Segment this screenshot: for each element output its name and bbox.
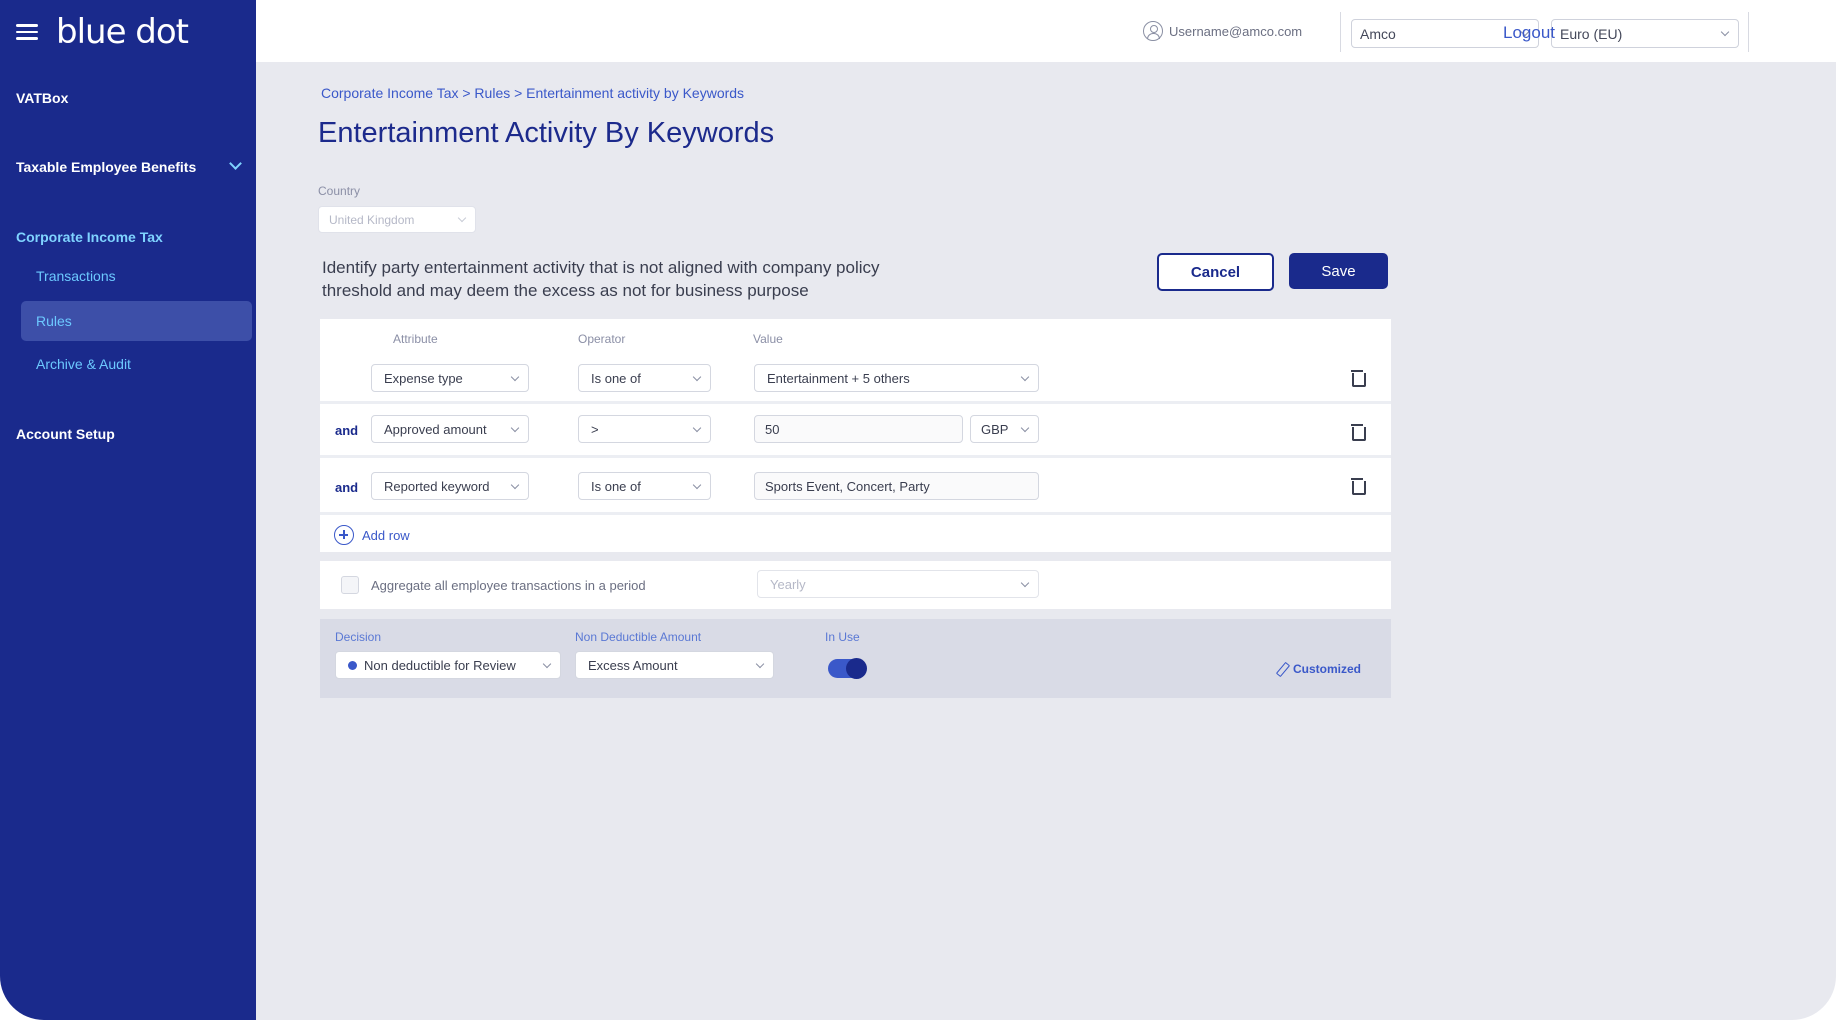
top-bar: Username@amco.com Amco Euro (EU) Logout	[256, 0, 1836, 62]
column-header-value: Value	[753, 332, 783, 346]
chevron-down-icon	[692, 480, 702, 490]
sidebar-item-corporate-income-tax[interactable]: Corporate Income Tax	[16, 229, 163, 245]
chevron-down-icon[interactable]	[229, 157, 242, 170]
operator-value: Is one of	[591, 371, 641, 386]
attribute-value: Reported keyword	[384, 479, 490, 494]
and-label: and	[335, 423, 359, 438]
rule-description: Identify party entertainment activity th…	[322, 258, 880, 300]
non-deductible-amount-value: Excess Amount	[588, 658, 678, 673]
period-value: Yearly	[770, 577, 806, 592]
column-header-attribute: Attribute	[393, 332, 438, 346]
sidebar: blue dot VATBox Taxable Employee Benefit…	[0, 0, 256, 1020]
attribute-select[interactable]: Reported keyword	[371, 472, 529, 500]
operator-select[interactable]: Is one of	[578, 472, 711, 500]
trash-icon[interactable]	[1351, 478, 1366, 495]
keywords-input[interactable]: Sports Event, Concert, Party	[754, 472, 1039, 500]
chevron-down-icon	[457, 213, 467, 223]
breadcrumb[interactable]: Corporate Income Tax > Rules > Entertain…	[321, 85, 744, 101]
country-value: United Kingdom	[329, 213, 415, 227]
save-button[interactable]: Save	[1289, 253, 1388, 289]
in-use-toggle[interactable]	[828, 658, 867, 679]
and-label: and	[335, 480, 359, 495]
aggregate-label: Aggregate all employee transactions in a…	[371, 578, 646, 593]
divider	[1748, 12, 1749, 52]
period-select[interactable]: Yearly	[757, 570, 1039, 598]
trash-icon[interactable]	[1351, 424, 1366, 441]
row-divider	[320, 455, 1391, 458]
value-select[interactable]: Entertainment + 5 others	[754, 364, 1039, 392]
cancel-button[interactable]: Cancel	[1157, 253, 1274, 291]
country-select[interactable]: United Kingdom	[318, 206, 476, 233]
add-row-label: Add row	[362, 527, 410, 543]
logout-link[interactable]: Logout	[1503, 23, 1555, 43]
attribute-value: Approved amount	[384, 422, 487, 437]
chevron-down-icon	[692, 372, 702, 382]
pencil-icon	[1276, 662, 1288, 676]
user-icon	[1143, 21, 1163, 41]
user-email: Username@amco.com	[1169, 23, 1303, 39]
column-header-operator: Operator	[578, 332, 626, 346]
operator-value: >	[591, 422, 599, 437]
plus-circle-icon	[334, 525, 354, 545]
chevron-down-icon	[510, 480, 520, 490]
currency-select[interactable]: GBP	[970, 415, 1039, 443]
chevron-down-icon	[1020, 372, 1030, 382]
logo-row: blue dot	[16, 10, 189, 54]
row-divider	[320, 401, 1391, 404]
sidebar-subitem-archive-audit[interactable]: Archive & Audit	[36, 356, 131, 372]
currency-value: GBP	[981, 422, 1009, 437]
divider	[1340, 12, 1341, 52]
non-deductible-amount-select[interactable]: Excess Amount	[575, 651, 774, 679]
attribute-select[interactable]: Approved amount	[371, 415, 529, 443]
amount-input[interactable]: 50	[754, 415, 963, 443]
chevron-down-icon	[692, 423, 702, 433]
app-frame: blue dot VATBox Taxable Employee Benefit…	[0, 0, 1836, 1020]
logo: blue dot	[56, 12, 189, 52]
operator-select[interactable]: Is one of	[578, 364, 711, 392]
operator-select[interactable]: >	[578, 415, 711, 443]
chevron-down-icon	[542, 659, 552, 669]
aggregate-checkbox[interactable]	[341, 576, 359, 594]
currency-select[interactable]: Euro (EU)	[1551, 19, 1739, 48]
operator-value: Is one of	[591, 479, 641, 494]
chevron-down-icon	[510, 423, 520, 433]
decision-select[interactable]: Non deductible for Review	[335, 651, 561, 679]
in-use-label: In Use	[825, 630, 860, 644]
page-title: Entertainment Activity By Keywords	[318, 117, 775, 149]
sidebar-item-taxable-employee-benefits[interactable]: Taxable Employee Benefits	[16, 159, 196, 175]
sidebar-subitem-rules[interactable]: Rules	[21, 301, 252, 341]
country-label: Country	[318, 184, 361, 198]
customized-link[interactable]: Customized	[1276, 662, 1361, 676]
chevron-down-icon	[1720, 27, 1730, 37]
decision-label: Decision	[335, 630, 382, 644]
attribute-value: Expense type	[384, 371, 463, 386]
attribute-select[interactable]: Expense type	[371, 364, 529, 392]
sidebar-subitem-rules-label: Rules	[36, 313, 72, 329]
add-row-button[interactable]: Add row	[334, 525, 410, 545]
sidebar-item-vatbox[interactable]: VATBox	[16, 90, 68, 106]
hamburger-menu-icon[interactable]	[16, 24, 38, 40]
user-account[interactable]: Username@amco.com	[1143, 21, 1302, 41]
chevron-down-icon	[510, 372, 520, 382]
sidebar-item-account-setup[interactable]: Account Setup	[16, 426, 115, 442]
trash-icon[interactable]	[1351, 370, 1366, 387]
status-dot-icon	[348, 661, 357, 670]
sidebar-subitem-transactions[interactable]: Transactions	[36, 268, 116, 284]
company-value: Amco	[1360, 26, 1396, 42]
row-divider	[320, 512, 1391, 515]
non-deductible-amount-label: Non Deductible Amount	[575, 630, 702, 644]
chevron-down-icon	[755, 659, 765, 669]
decision-value: Non deductible for Review	[364, 658, 516, 673]
value-value: Entertainment + 5 others	[767, 371, 910, 386]
chevron-down-icon	[1020, 578, 1030, 588]
currency-value: Euro (EU)	[1560, 26, 1623, 42]
customized-label: Customized	[1293, 662, 1362, 676]
chevron-down-icon	[1020, 423, 1030, 433]
